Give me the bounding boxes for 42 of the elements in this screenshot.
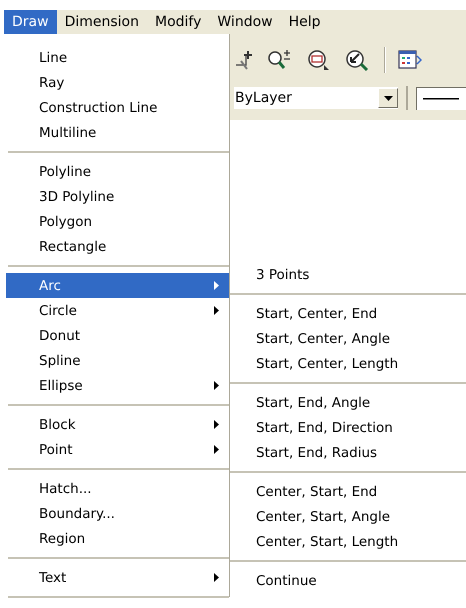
pan-icon[interactable] bbox=[234, 49, 254, 71]
menu-item[interactable]: Start, Center, Length bbox=[230, 351, 466, 376]
menu-title[interactable]: Draw bbox=[4, 10, 57, 34]
menu-item[interactable]: 3D Polyline bbox=[6, 184, 229, 209]
menu-item[interactable]: Construction Line bbox=[6, 95, 229, 120]
menu-item[interactable]: Donut bbox=[6, 323, 229, 348]
menu-item[interactable]: Start, End, Direction bbox=[230, 415, 466, 440]
menu-item[interactable]: Ellipse bbox=[6, 373, 229, 398]
menu-item[interactable]: Rectangle bbox=[6, 234, 229, 259]
menu-item[interactable]: Text bbox=[6, 565, 229, 590]
menu-item[interactable]: Start, End, Radius bbox=[230, 440, 466, 465]
menu-item[interactable]: Boundary... bbox=[6, 501, 229, 526]
menu-title[interactable]: Dimension bbox=[56, 10, 147, 34]
menu-item[interactable]: Multiline bbox=[6, 120, 229, 145]
menu-item[interactable]: Region bbox=[6, 526, 229, 551]
properties-icon[interactable] bbox=[398, 49, 422, 71]
zoom-window-icon[interactable] bbox=[306, 49, 332, 71]
menu-item[interactable]: Spline bbox=[6, 348, 229, 373]
menu-item[interactable]: Start, End, Angle bbox=[230, 390, 466, 415]
menu-item[interactable]: Center, Start, Angle bbox=[230, 504, 466, 529]
menu-item[interactable]: Start, Center, Angle bbox=[230, 326, 466, 351]
menu-title[interactable]: Help bbox=[280, 10, 329, 34]
menu-item[interactable]: Hatch... bbox=[6, 476, 229, 501]
menu-item[interactable]: Polyline bbox=[6, 159, 229, 184]
menu-item[interactable]: Start, Center, End bbox=[230, 301, 466, 326]
menu-item[interactable]: 3 Points bbox=[230, 262, 466, 287]
menu-item[interactable]: Block bbox=[6, 412, 229, 437]
menu-item[interactable]: Center, Start, End bbox=[230, 479, 466, 504]
menu-item[interactable]: Center, Start, Length bbox=[230, 529, 466, 554]
line-sample-icon bbox=[423, 98, 459, 100]
menu-item[interactable]: Polygon bbox=[6, 209, 229, 234]
menu-title[interactable]: Modify bbox=[147, 10, 210, 34]
menu-item[interactable]: Circle bbox=[6, 298, 229, 323]
layer-combo[interactable]: ByLayer bbox=[234, 87, 398, 109]
menu-title[interactable]: Window bbox=[209, 10, 281, 34]
menu-item[interactable]: Continue bbox=[230, 568, 466, 593]
dropdown-arrow-icon bbox=[384, 96, 392, 100]
linetype-combo[interactable] bbox=[416, 86, 466, 110]
menu-item[interactable]: Ray bbox=[6, 70, 229, 95]
menu-item[interactable]: Arc bbox=[6, 273, 229, 298]
menu-item[interactable]: Point bbox=[6, 437, 229, 462]
menu-item[interactable]: Line bbox=[6, 45, 229, 70]
